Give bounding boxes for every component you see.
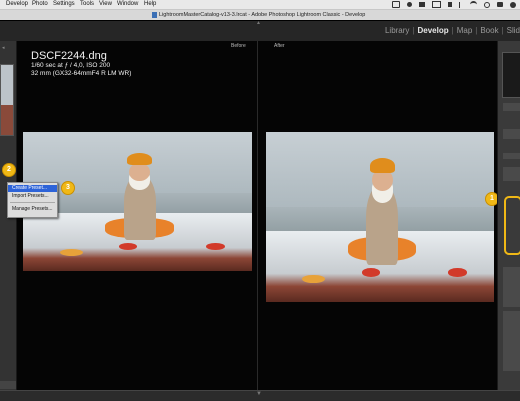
module-map[interactable]: Map — [457, 26, 473, 35]
annotation-badge: 3 — [61, 181, 75, 195]
presets-highlight — [504, 196, 520, 255]
search-icon[interactable] — [484, 1, 490, 8]
exposure-info: 1/60 sec at ƒ / 4,0, ISO 200 — [31, 62, 111, 69]
tone-panel[interactable] — [503, 311, 520, 371]
user-icon[interactable] — [510, 1, 516, 8]
status-icon[interactable] — [448, 2, 452, 7]
menu-window[interactable]: Window — [117, 0, 138, 9]
menu-view[interactable]: View — [99, 0, 112, 9]
filmstrip-bar: ▼ — [0, 390, 520, 401]
module-picker: ▲ Library | Develop | Map | Book | Slid — [0, 20, 520, 41]
basic-panel-sliders[interactable] — [503, 267, 520, 307]
after-photo[interactable] — [266, 132, 494, 302]
menu-help[interactable]: Help — [144, 0, 156, 9]
menu-settings[interactable]: Settings — [53, 0, 75, 9]
status-icon[interactable] — [392, 1, 400, 8]
after-label: After — [274, 43, 285, 49]
panel-header[interactable] — [503, 103, 520, 111]
panel-header[interactable] — [503, 153, 520, 159]
collapse-top-panel-icon[interactable]: ▲ — [256, 20, 261, 26]
annotation-badge: 2 — [2, 163, 16, 177]
module-separator: | — [501, 26, 504, 35]
menu-item-manage-presets[interactable]: Manage Presets... — [8, 206, 57, 213]
mail-icon[interactable] — [432, 1, 441, 8]
menu-item-create-preset[interactable]: Create Preset... — [8, 185, 57, 192]
file-info-overlay: DSCF2244.dng 1/60 sec at ƒ / 4,0, ISO 20… — [31, 50, 131, 78]
lens-info: 32 mm (GX32-64mmF4 R LM WR) — [31, 70, 132, 77]
tool-strip[interactable] — [503, 167, 520, 181]
control-center-icon[interactable] — [497, 2, 503, 7]
module-slideshow[interactable]: Slid — [507, 26, 520, 35]
window-title: LightroomMasterCatalog-v13-3.lrcat - Ado… — [159, 12, 366, 18]
module-separator: | — [412, 26, 415, 35]
before-label: Before — [231, 43, 246, 49]
expand-filmstrip-icon[interactable]: ▼ — [256, 391, 262, 397]
panel-header[interactable] — [503, 129, 520, 139]
status-icon[interactable] — [419, 2, 425, 7]
module-book[interactable]: Book — [480, 26, 498, 35]
menu-develop[interactable]: Develop — [6, 0, 28, 9]
left-panel-collapse-icon[interactable]: ◂ — [2, 45, 5, 51]
menu-bar: Develop Photo Settings Tools View Window… — [0, 0, 520, 10]
status-icon[interactable] — [407, 2, 412, 7]
filename: DSCF2244.dng — [31, 50, 107, 62]
menu-separator — [10, 202, 55, 203]
menu-item-import-presets[interactable]: Import Presets... — [8, 193, 57, 200]
navigator-thumbnail[interactable] — [0, 64, 14, 136]
menu-tools[interactable]: Tools — [80, 0, 94, 9]
module-separator: | — [451, 26, 454, 35]
menu-photo[interactable]: Photo — [32, 0, 48, 9]
histogram — [502, 52, 520, 98]
module-develop[interactable]: Develop — [418, 26, 449, 35]
preset-context-menu: Create Preset... Import Presets... Manag… — [7, 182, 58, 218]
module-separator: | — [475, 26, 478, 35]
bluetooth-icon[interactable] — [459, 1, 463, 8]
window-title-bar: LightroomMasterCatalog-v13-3.lrcat - Ado… — [0, 10, 520, 20]
left-panel-footer — [0, 381, 16, 389]
module-library[interactable]: Library — [385, 26, 409, 35]
compare-divider — [257, 41, 258, 390]
document-icon — [152, 12, 157, 18]
wifi-icon[interactable] — [470, 1, 477, 8]
